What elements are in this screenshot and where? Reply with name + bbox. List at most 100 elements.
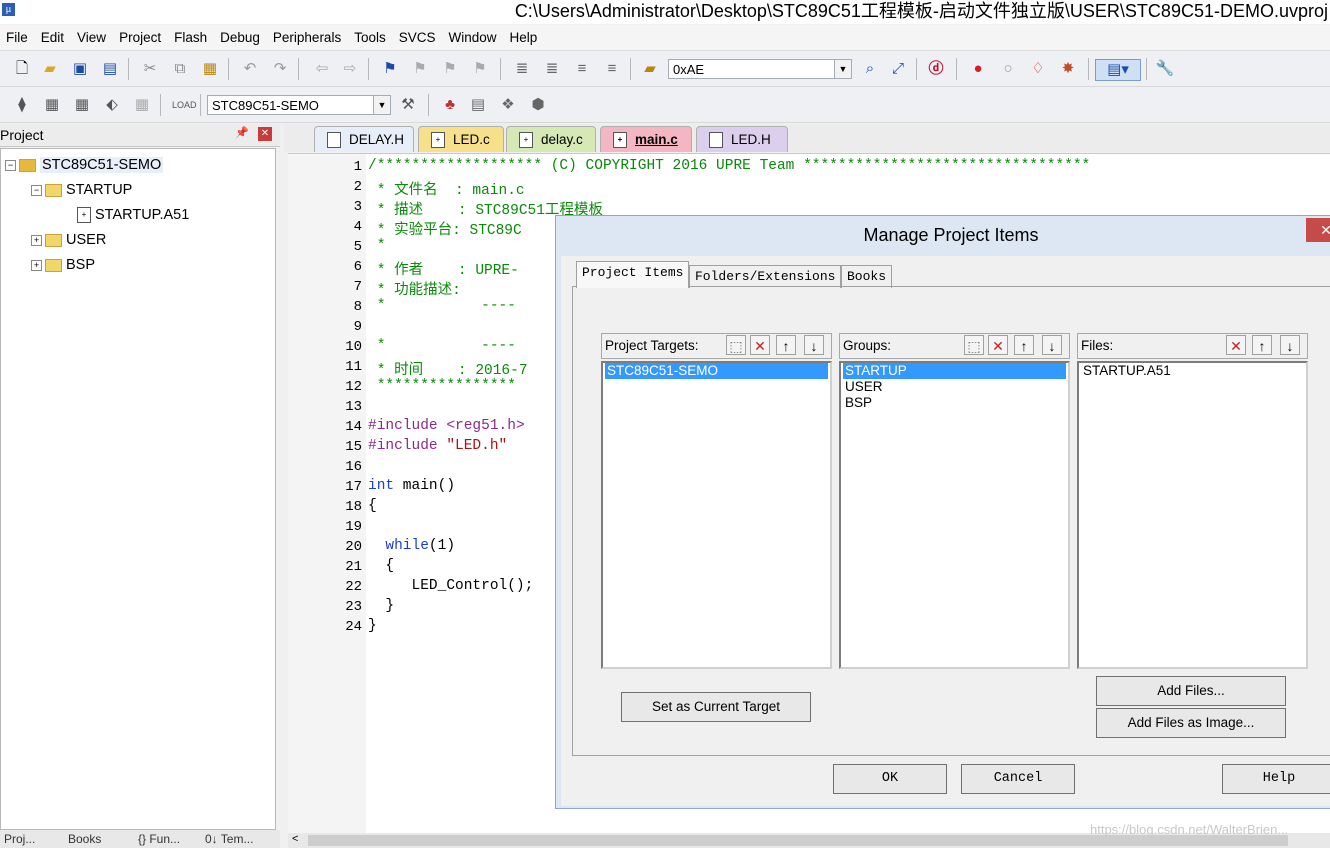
download-icon[interactable]: LOAD — [172, 95, 197, 115]
set-current-target-button[interactable]: Set as Current Target — [621, 692, 811, 722]
indent-icon[interactable]: ≣ — [512, 59, 532, 79]
save-all-icon[interactable]: ▤ — [100, 59, 120, 79]
delete-target-icon[interactable]: ✕ — [750, 335, 770, 355]
move-down-icon[interactable]: ↓ — [804, 335, 824, 355]
copy-icon[interactable]: ⧉ — [170, 59, 190, 79]
list-item[interactable]: BSP — [843, 395, 1066, 411]
tab-books[interactable]: Books — [841, 265, 893, 288]
find-icon[interactable]: ⌕ — [860, 59, 880, 79]
redo-icon[interactable]: ↷ — [270, 59, 290, 79]
disable-breakpoint-icon[interactable]: ○ — [998, 59, 1018, 79]
translate-icon[interactable]: ⧫ — [12, 95, 32, 115]
list-item[interactable]: STARTUP.A51 — [1081, 363, 1304, 379]
find-in-files-icon[interactable]: ▰ — [640, 59, 660, 79]
tab-books[interactable]: Books — [68, 832, 101, 846]
move-up-icon[interactable]: ↑ — [1252, 335, 1272, 355]
undo-icon[interactable]: ↶ — [240, 59, 260, 79]
build-icon[interactable]: ▦ — [42, 95, 62, 115]
find-combo[interactable]: 0xAE ▼ — [668, 59, 852, 79]
new-group-icon[interactable]: ⬚ — [964, 335, 984, 355]
tree-root[interactable]: − STC89C51-SEMO — [5, 157, 164, 173]
tab-folders-extensions[interactable]: Folders/Extensions — [689, 265, 842, 288]
stop-build-icon[interactable]: ▦ — [132, 95, 152, 115]
paste-icon[interactable]: ▦ — [200, 59, 220, 79]
menu-project[interactable]: Project — [113, 25, 168, 50]
close-icon[interactable]: ✕ — [258, 127, 272, 141]
disable-all-breakpoints-icon[interactable]: ♢ — [1028, 59, 1048, 79]
menu-svcs[interactable]: SVCS — [393, 25, 443, 50]
targets-listbox[interactable]: STC89C51-SEMO — [601, 361, 832, 669]
groups-listbox[interactable]: STARTUP USER BSP — [839, 361, 1070, 669]
delete-file-icon[interactable]: ✕ — [1226, 335, 1246, 355]
chevron-down-icon[interactable]: ▼ — [834, 60, 851, 78]
pin-icon[interactable]: 📌 — [235, 126, 249, 139]
menu-file[interactable]: File — [0, 25, 35, 50]
tab-main-c[interactable]: + main.c — [600, 126, 692, 152]
new-file-icon[interactable]: 🗋 — [12, 59, 32, 79]
target-options-icon[interactable]: ⚒ — [398, 95, 418, 115]
file-extensions-icon[interactable]: ▤ — [468, 95, 488, 115]
expand-icon[interactable]: + — [31, 234, 42, 246]
move-up-icon[interactable]: ↑ — [1014, 335, 1034, 355]
move-down-icon[interactable]: ↓ — [1280, 335, 1300, 355]
bookmark-icon[interactable]: ⚑ — [380, 59, 400, 79]
tab-delay-c[interactable]: + delay.c — [506, 126, 596, 152]
tree-file-startup[interactable]: + STARTUP.A51 — [77, 207, 189, 224]
add-files-as-image-button[interactable]: Add Files as Image... — [1096, 708, 1286, 738]
prev-bookmark-icon[interactable]: ⚑ — [410, 59, 430, 79]
expand-icon[interactable]: + — [31, 259, 42, 271]
close-icon[interactable]: ✕ — [1306, 218, 1330, 242]
manage-project-items-icon[interactable]: ♣ — [440, 95, 460, 115]
manage-runtime-icon[interactable]: ⬢ — [528, 95, 548, 115]
uncomment-icon[interactable]: ≡ — [602, 59, 622, 79]
configure-icon[interactable]: 🔧 — [1155, 59, 1175, 79]
tab-functions[interactable]: {} Fun... — [138, 832, 180, 846]
tree-group-bsp[interactable]: + BSP — [31, 257, 95, 273]
save-icon[interactable]: ▣ — [70, 59, 90, 79]
chevron-down-icon[interactable]: ▼ — [373, 96, 390, 114]
ok-button[interactable]: OK — [833, 764, 947, 794]
tab-led-h[interactable]: LED.H — [696, 126, 788, 152]
delete-group-icon[interactable]: ✕ — [988, 335, 1008, 355]
collapse-icon[interactable]: − — [5, 159, 16, 171]
cancel-button[interactable]: Cancel — [961, 764, 1075, 794]
breakpoint-icon[interactable]: ● — [968, 59, 988, 79]
window-layout-icon[interactable]: ▤▾ — [1095, 59, 1141, 81]
next-bookmark-icon[interactable]: ⚑ — [440, 59, 460, 79]
move-up-icon[interactable]: ↑ — [776, 335, 796, 355]
tab-project-items[interactable]: Project Items — [576, 261, 690, 288]
menu-debug[interactable]: Debug — [214, 25, 267, 50]
menu-view[interactable]: View — [71, 25, 113, 50]
list-item[interactable]: USER — [843, 379, 1066, 395]
menu-flash[interactable]: Flash — [168, 25, 214, 50]
menu-help[interactable]: Help — [504, 25, 545, 50]
add-files-button[interactable]: Add Files... — [1096, 676, 1286, 706]
rebuild-icon[interactable]: ▦ — [72, 95, 92, 115]
menu-peripherals[interactable]: Peripherals — [267, 25, 348, 50]
tab-delay-h[interactable]: DELAY.H — [314, 126, 414, 152]
tab-templates[interactable]: 0↓ Tem... — [205, 832, 253, 846]
nav-forward-icon[interactable]: ⇨ — [340, 59, 360, 79]
move-down-icon[interactable]: ↓ — [1042, 335, 1062, 355]
tab-led-c[interactable]: + LED.c — [418, 126, 504, 152]
list-item[interactable]: STC89C51-SEMO — [605, 363, 828, 379]
batch-build-icon[interactable]: ⬖ — [102, 95, 122, 115]
open-folder-icon[interactable]: ▰ — [40, 59, 60, 79]
menu-tools[interactable]: Tools — [348, 25, 393, 50]
comment-icon[interactable]: ≡ — [572, 59, 592, 79]
new-target-icon[interactable]: ⬚ — [726, 335, 746, 355]
cut-icon[interactable]: ✂ — [140, 59, 160, 79]
clear-bookmarks-icon[interactable]: ⚑ — [470, 59, 490, 79]
tree-group-user[interactable]: + USER — [31, 232, 106, 248]
unindent-icon[interactable]: ≣ — [542, 59, 562, 79]
collapse-icon[interactable]: − — [31, 184, 42, 196]
help-button[interactable]: Help — [1222, 764, 1330, 794]
scroll-left-icon[interactable]: < — [292, 833, 298, 845]
nav-back-icon[interactable]: ⇦ — [312, 59, 332, 79]
kill-breakpoints-icon[interactable]: ✸ — [1058, 59, 1078, 79]
tab-project[interactable]: Proj... — [4, 832, 35, 846]
incremental-find-icon[interactable]: ⤢ — [888, 59, 908, 79]
menu-edit[interactable]: Edit — [35, 25, 71, 50]
list-item[interactable]: STARTUP — [843, 363, 1066, 379]
files-listbox[interactable]: STARTUP.A51 — [1077, 361, 1308, 669]
